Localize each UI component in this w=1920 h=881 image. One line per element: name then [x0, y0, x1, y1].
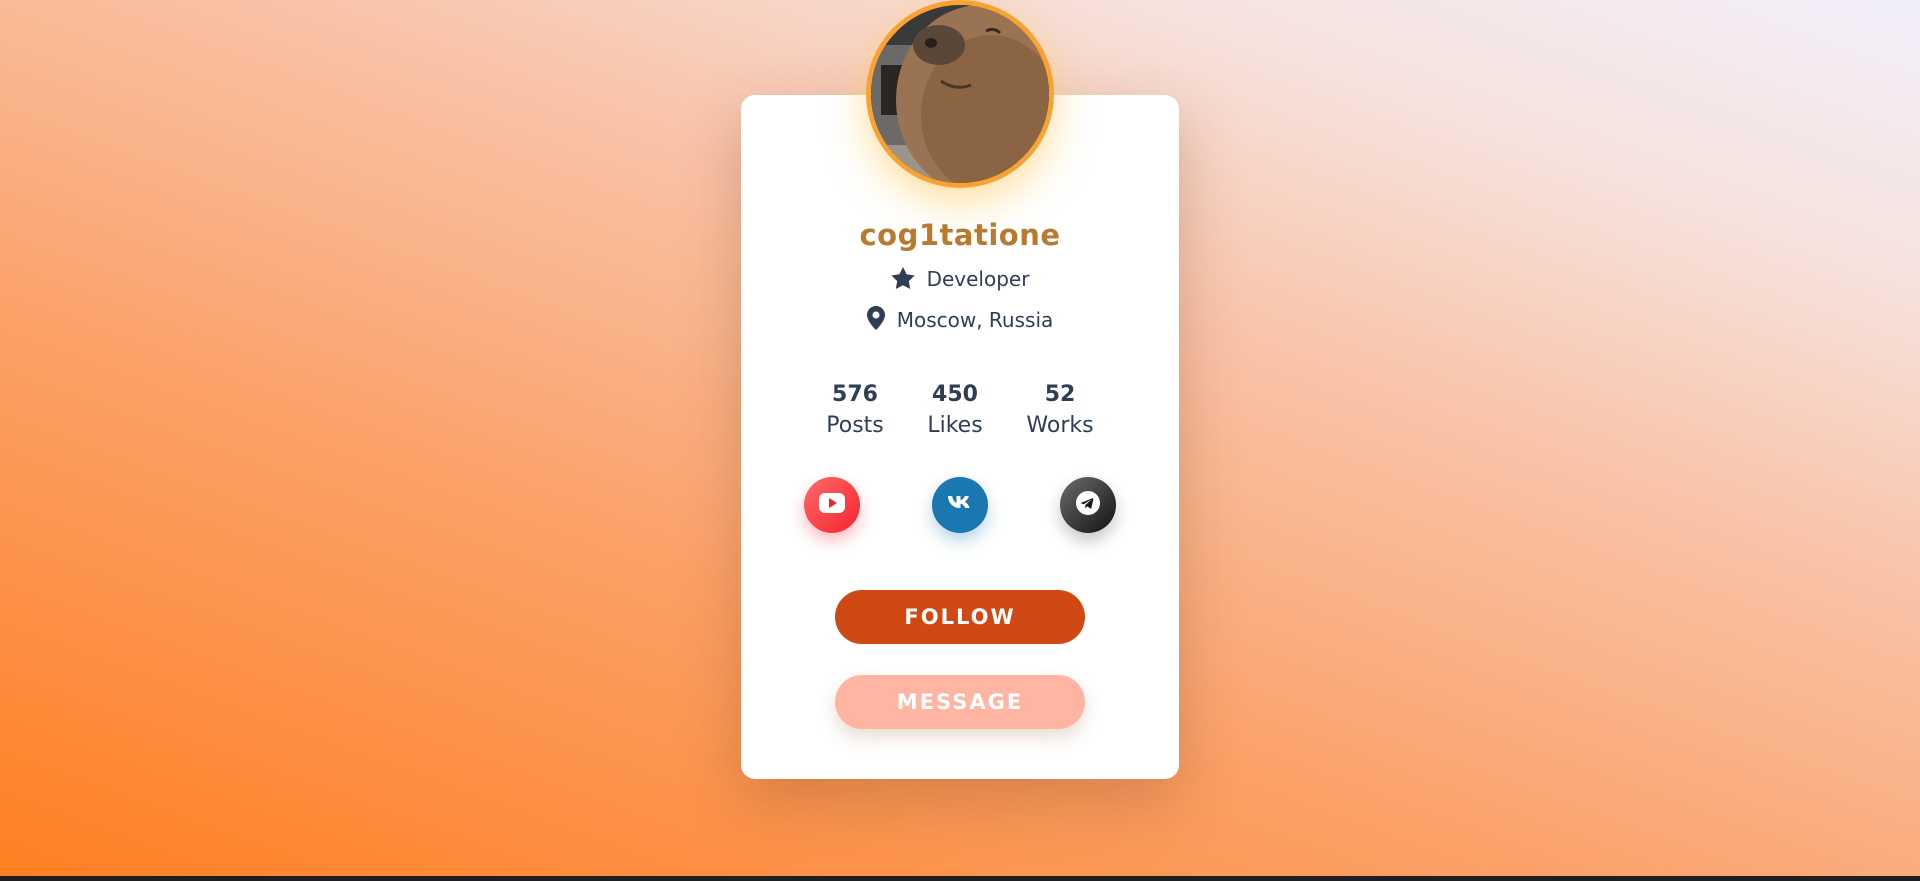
username: cog1tatione [859, 218, 1061, 252]
follow-button[interactable]: FOLLOW [835, 590, 1085, 644]
avatar [866, 0, 1054, 188]
location-text: Moscow, Russia [896, 308, 1054, 332]
avatar-image [866, 0, 1054, 188]
stat-posts: 576 Posts [810, 380, 900, 442]
stat-label: Works [1026, 413, 1094, 438]
role-row: Developer [741, 267, 1179, 294]
star-icon [890, 267, 915, 294]
vk-icon [947, 495, 973, 515]
taskbar-strip [0, 876, 1920, 881]
stat-value: 450 [932, 382, 978, 407]
location-row: Moscow, Russia [741, 306, 1179, 335]
stat-value: 52 [1044, 382, 1076, 407]
stat-label: Posts [826, 413, 884, 438]
stat-likes: 450 Likes [910, 380, 1000, 442]
youtube-button[interactable] [804, 477, 860, 533]
telegram-icon [1076, 491, 1100, 519]
vk-button[interactable] [932, 477, 988, 533]
telegram-button[interactable] [1060, 477, 1116, 533]
stat-works: 52 Works [1015, 380, 1105, 442]
stat-label: Likes [927, 413, 983, 438]
role-text: Developer [926, 267, 1030, 291]
message-button[interactable]: MESSAGE [835, 675, 1085, 729]
youtube-icon [819, 493, 845, 517]
location-pin-icon [866, 306, 885, 335]
stat-value: 576 [832, 382, 878, 407]
